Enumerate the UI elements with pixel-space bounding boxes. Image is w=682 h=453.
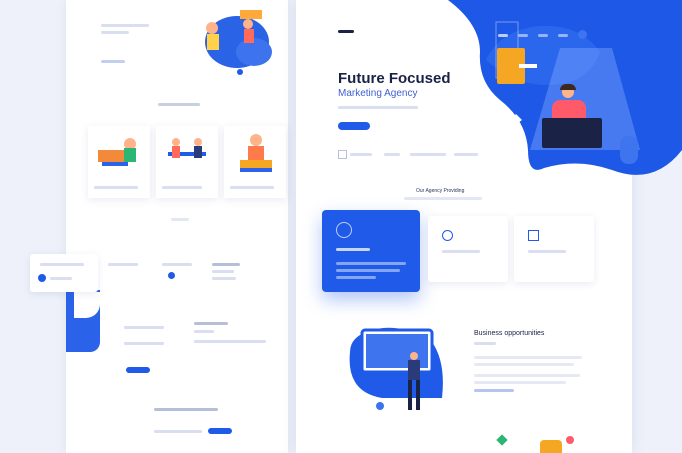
desk-illustration xyxy=(98,138,136,166)
service-card-2[interactable] xyxy=(156,126,218,198)
people-cloud-illustration xyxy=(205,10,272,75)
lamp-icon xyxy=(506,114,522,150)
feature-icon xyxy=(338,150,347,159)
hero-subtitle: Marketing Agency xyxy=(338,88,418,99)
read-more-link[interactable] xyxy=(474,389,514,392)
service-card-analytics[interactable] xyxy=(514,216,594,282)
services-heading-line xyxy=(158,103,200,106)
left-heading-line xyxy=(101,24,149,27)
service-card-seo[interactable] xyxy=(428,216,508,282)
plant-decor xyxy=(620,136,638,164)
decor-shape xyxy=(540,440,562,453)
subscribe-button[interactable] xyxy=(208,428,232,434)
floating-review-card xyxy=(30,254,98,292)
nav-item-1[interactable] xyxy=(498,34,508,37)
hero-cta-button[interactable] xyxy=(338,122,370,130)
search-icon xyxy=(442,230,453,241)
person-body xyxy=(552,100,586,120)
avatar xyxy=(38,274,46,282)
chart-icon xyxy=(336,222,352,238)
chart-icon xyxy=(528,230,539,241)
search-icon[interactable] xyxy=(578,30,587,39)
business-illustration xyxy=(349,327,443,410)
service-card-3[interactable] xyxy=(224,126,286,198)
logo[interactable] xyxy=(338,30,354,33)
left-subheading-line xyxy=(101,31,129,34)
hero-title: Future Focused xyxy=(338,70,451,87)
left-link-line[interactable] xyxy=(101,60,125,63)
business-heading: Business opportunities xyxy=(474,330,545,337)
worker-illustration xyxy=(240,134,272,172)
featured-service-card[interactable] xyxy=(322,210,420,292)
hero-blue-blob xyxy=(448,0,682,175)
nav-item-2[interactable] xyxy=(518,34,528,37)
nav-item-4[interactable] xyxy=(558,34,568,37)
meeting-illustration xyxy=(168,138,206,158)
avatar xyxy=(168,272,175,279)
laptop-icon xyxy=(542,118,602,148)
send-button[interactable] xyxy=(126,367,150,373)
nav-item-3[interactable] xyxy=(538,34,548,37)
left-page-mockup xyxy=(66,0,288,453)
service-card-1[interactable] xyxy=(88,126,150,198)
decor-shape xyxy=(566,436,574,444)
